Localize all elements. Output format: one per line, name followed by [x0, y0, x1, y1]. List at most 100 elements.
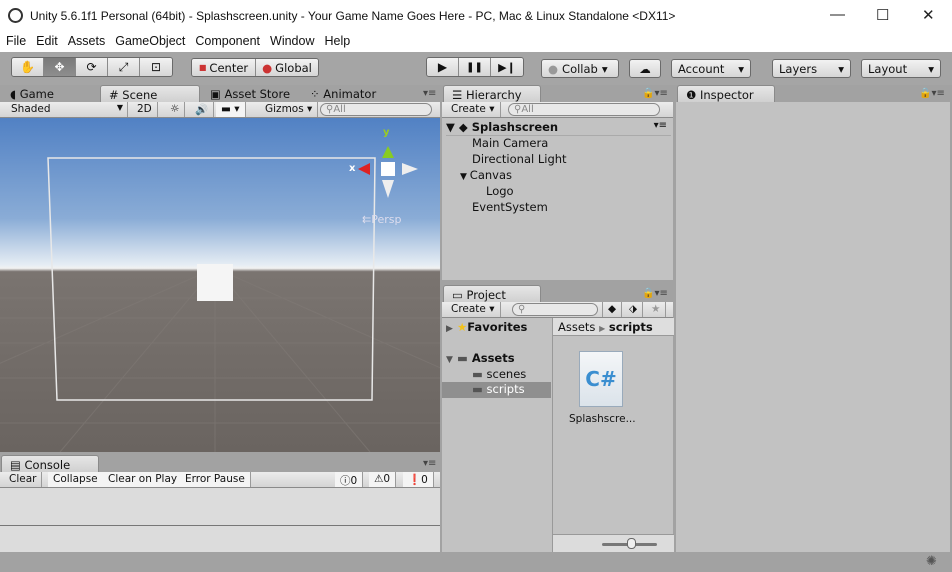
scene-viewport[interactable]: y x ⇇Persp — [0, 118, 440, 452]
tab-asset-store[interactable]: ▣ Asset Store — [202, 85, 298, 102]
hierarchy-create-dropdown[interactable]: Create ▾ — [446, 102, 501, 117]
game-icon: ◖ — [10, 87, 20, 101]
menu-help[interactable]: Help — [320, 33, 354, 48]
csharp-script-icon[interactable]: C# — [579, 351, 623, 407]
grid-icon: # — [109, 88, 123, 102]
favorites-item[interactable]: ▶ ★Favorites — [446, 320, 527, 334]
clear-button[interactable]: Clear — [4, 472, 43, 487]
persp-label[interactable]: ⇇Persp — [362, 213, 401, 226]
lighting-toggle-icon[interactable]: ☼ — [165, 102, 186, 117]
layout-dropdown[interactable]: Layout ▾ — [861, 59, 941, 78]
inspector-panel: ❶ Inspector 🔒▾≡ — [676, 85, 950, 552]
layers-dropdown[interactable]: Layers ▾ — [772, 59, 851, 78]
close-button[interactable]: ✕ — [922, 6, 935, 24]
collapse-toggle[interactable]: Collapse — [48, 472, 104, 487]
console-divider[interactable] — [0, 525, 440, 526]
hierarchy-item[interactable]: Directional Light — [472, 152, 567, 166]
folder-icon: ▬ — [472, 382, 483, 396]
scene-panel: ◖ Game # Scene ▣ Asset Store ⁘ Animator … — [0, 85, 440, 452]
pause-button[interactable]: ❚❚ — [459, 58, 491, 76]
info-filter-toggle[interactable]: ⓘ0 — [335, 472, 364, 487]
zoom-slider-thumb[interactable] — [627, 538, 636, 549]
audio-toggle-icon[interactable]: 🔊 — [190, 102, 215, 117]
scene-root-item[interactable]: ▼ ◆ Splashscreen ▾≡ — [446, 120, 671, 136]
warning-filter-toggle[interactable]: ⚠0 — [369, 472, 397, 487]
hierarchy-search-input[interactable]: ⚲All — [508, 103, 660, 116]
check-icon: ● — [548, 61, 559, 76]
hierarchy-item[interactable]: EventSystem — [472, 200, 548, 214]
move-tool-icon[interactable]: ✥ — [44, 58, 76, 76]
hierarchy-item[interactable]: Main Camera — [472, 136, 548, 150]
folder-item-scripts[interactable]: ▬ scripts — [442, 382, 551, 398]
assets-folder-item[interactable]: ▼ ▬ Assets — [446, 351, 515, 365]
hierarchy-item[interactable]: Logo — [486, 184, 514, 198]
tab-animator[interactable]: ⁘ Animator — [302, 85, 384, 102]
step-button[interactable]: ▶❙ — [491, 58, 523, 76]
hierarchy-item[interactable]: ▼ Canvas — [460, 168, 512, 182]
warning-icon: ⚠ — [374, 473, 384, 485]
scene-search-input[interactable]: ⚲All — [320, 103, 432, 116]
space-global-button[interactable]: ● Global — [256, 59, 318, 76]
tab-inspector[interactable]: ❶ Inspector — [677, 85, 775, 102]
tab-game[interactable]: ◖ Game — [2, 85, 62, 102]
tab-console[interactable]: ▤ Console — [1, 455, 99, 472]
star-icon: ★ — [456, 320, 468, 334]
panel-menu-icon[interactable]: ▾≡ — [423, 458, 436, 469]
cloud-icon: ☁ — [639, 61, 651, 76]
folder-item-scenes[interactable]: ▬ scenes — [472, 367, 526, 381]
effects-toggle-icon[interactable]: ▬ ▾ — [216, 102, 246, 117]
menu-assets[interactable]: Assets — [64, 33, 110, 48]
play-button[interactable]: ▶ — [427, 58, 459, 76]
loading-spinner-icon: ✺ — [926, 554, 937, 569]
console-panel: ▤ Console ▾≡ Clear Collapse Clear on Pla… — [0, 455, 440, 552]
error-pause-toggle[interactable]: Error Pause — [180, 472, 251, 487]
panel-menu-icon[interactable]: ▾≡ — [423, 88, 436, 99]
file-name[interactable]: Splashscre... — [569, 413, 636, 425]
favorite-star-icon[interactable]: ★ — [646, 302, 667, 317]
project-search-input[interactable]: ⚲ — [512, 303, 598, 316]
menu-window[interactable]: Window — [266, 33, 318, 48]
gizmos-dropdown[interactable]: Gizmos ▾ — [260, 102, 319, 117]
folder-icon: ▬ — [472, 367, 483, 381]
scene-menu-icon[interactable]: ▾≡ — [654, 120, 667, 131]
maximize-button[interactable]: ☐ — [876, 6, 889, 24]
shading-dropdown[interactable]: Shaded ▼ — [6, 102, 128, 117]
lock-icon[interactable]: 🔒▾≡ — [919, 88, 945, 99]
unity-scene-icon: ◆ — [458, 120, 468, 134]
cloud-button[interactable]: ☁ — [629, 59, 661, 78]
rect-tool-icon[interactable]: ⊡ — [140, 58, 172, 76]
error-filter-toggle[interactable]: ❗0 — [403, 472, 434, 487]
pivot-center-button[interactable]: ■ Center — [192, 59, 256, 76]
project-panel: ▭ Project 🔒▾≡ Create ▾ ⚲ ◆ ⬗ ★ ▶ ★Favori… — [442, 285, 674, 552]
lock-icon[interactable]: 🔒▾≡ — [642, 88, 668, 99]
hierarchy-panel: ☰ Hierarchy 🔒▾≡ Create ▾ ⚲All ▼ ◆ Splash… — [442, 85, 673, 280]
menu-file[interactable]: File — [2, 33, 30, 48]
account-dropdown[interactable]: Account ▾ — [671, 59, 751, 78]
tab-scene[interactable]: # Scene — [100, 85, 200, 102]
2d-toggle[interactable]: 2D — [132, 102, 158, 117]
menu-component[interactable]: Component — [191, 33, 264, 48]
breadcrumb-scripts[interactable]: scripts — [609, 320, 653, 334]
list-icon: ☰ — [452, 88, 466, 102]
hand-tool-icon[interactable]: ✋ — [12, 58, 44, 76]
unity-logo-icon — [8, 8, 23, 23]
collab-dropdown[interactable]: ● Collab ▾ — [541, 59, 619, 78]
clear-on-play-toggle[interactable]: Clear on Play — [103, 472, 184, 487]
playback-controls: ▶ ❚❚ ▶❙ — [426, 57, 524, 77]
breadcrumb-assets[interactable]: Assets — [558, 320, 595, 334]
info-icon: ❶ — [686, 88, 700, 102]
lock-icon[interactable]: 🔒▾≡ — [642, 288, 668, 299]
filter-label-icon[interactable]: ⬗ — [624, 302, 644, 317]
project-folder-tree: ▶ ★Favorites ▼ ▬ Assets ▬ scenes ▬ scrip… — [442, 318, 551, 552]
filter-type-icon[interactable]: ◆ — [602, 302, 623, 317]
tab-project[interactable]: ▭ Project — [443, 285, 541, 302]
project-create-dropdown[interactable]: Create ▾ — [446, 302, 501, 317]
minimize-button[interactable]: — — [830, 6, 845, 23]
tab-hierarchy[interactable]: ☰ Hierarchy — [443, 85, 541, 102]
expand-arrow-icon[interactable]: ▼ — [460, 172, 470, 182]
scale-tool-icon[interactable]: ⤢ — [108, 58, 140, 76]
menu-edit[interactable]: Edit — [32, 33, 62, 48]
info-icon: ⓘ — [340, 475, 351, 487]
menu-gameobject[interactable]: GameObject — [111, 33, 189, 48]
rotate-tool-icon[interactable]: ⟳ — [76, 58, 108, 76]
